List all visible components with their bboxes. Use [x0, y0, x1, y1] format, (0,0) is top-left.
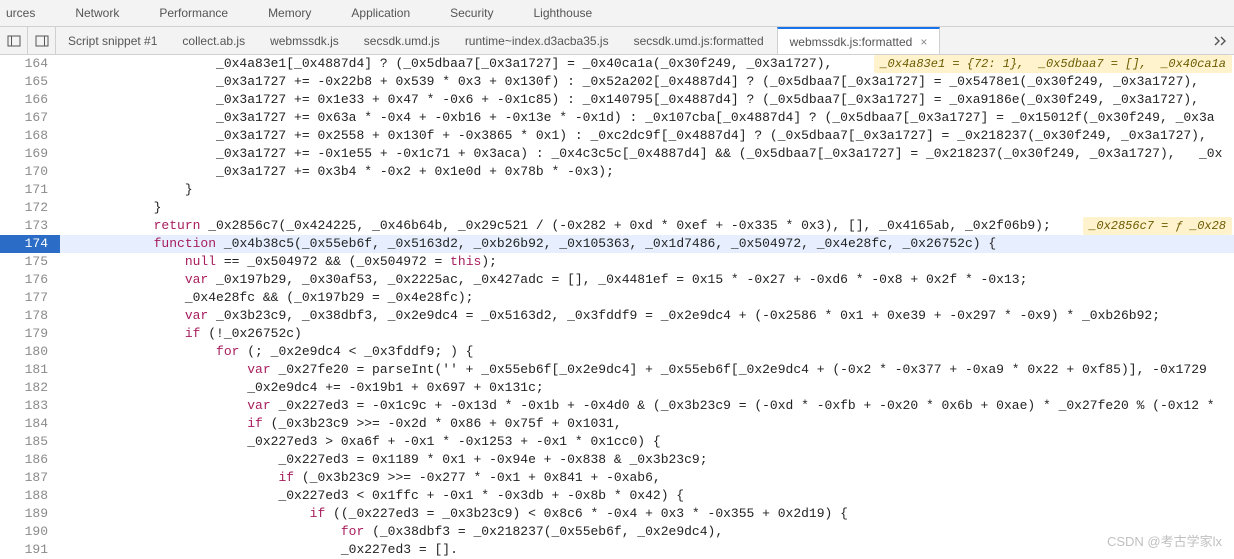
toggle-debugger-button[interactable]: [28, 27, 56, 54]
code-line[interactable]: if (_0x3b23c9 >>= -0x2d * 0x86 + 0x75f +…: [60, 415, 1234, 433]
line-number[interactable]: 171: [0, 181, 48, 199]
line-number[interactable]: 174: [0, 235, 60, 253]
file-tab-snippet[interactable]: Script snippet #1: [56, 27, 170, 54]
line-number[interactable]: 168: [0, 127, 48, 145]
line-number[interactable]: 190: [0, 523, 48, 541]
line-number[interactable]: 183: [0, 397, 48, 415]
line-number[interactable]: 176: [0, 271, 48, 289]
more-tabs-button[interactable]: [1206, 27, 1234, 54]
code-line[interactable]: _0x3a1727 += 0x1e33 + 0x47 * -0x6 + -0x1…: [60, 91, 1234, 109]
line-number[interactable]: 182: [0, 379, 48, 397]
panel-tabs: urces Network Performance Memory Applica…: [0, 0, 1234, 27]
line-number[interactable]: 170: [0, 163, 48, 181]
line-number[interactable]: 173: [0, 217, 48, 235]
line-number[interactable]: 165: [0, 73, 48, 91]
code-line[interactable]: }: [60, 199, 1234, 217]
line-number[interactable]: 188: [0, 487, 48, 505]
inline-value-hint: _0x4a83e1 = {72: 1}, _0x5dbaa7 = [], _0x…: [874, 55, 1232, 73]
line-number[interactable]: 178: [0, 307, 48, 325]
line-number[interactable]: 191: [0, 541, 48, 559]
chevron-right-icon: [1213, 36, 1227, 46]
file-tab-label: runtime~index.d3acba35.js: [465, 34, 609, 48]
line-number[interactable]: 186: [0, 451, 48, 469]
line-number-gutter[interactable]: 1641651661671681691701711721731741751761…: [0, 55, 60, 556]
csdn-watermark: CSDN @考古学家lx: [1107, 531, 1222, 550]
code-line[interactable]: function _0x4b38c5(_0x55eb6f, _0x5163d2,…: [60, 235, 1234, 253]
code-line[interactable]: _0x3a1727 += -0x1e55 + -0x1c71 + 0x3aca)…: [60, 145, 1234, 163]
file-tab-label: Script snippet #1: [68, 34, 157, 48]
code-line[interactable]: if ((_0x227ed3 = _0x3b23c9) < 0x8c6 * -0…: [60, 505, 1234, 523]
code-content[interactable]: _0x4a83e1[_0x4887d4] ? (_0x5dbaa7[_0x3a1…: [60, 55, 1234, 556]
code-line[interactable]: return _0x2856c7(_0x424225, _0x46b64b, _…: [60, 217, 1234, 235]
panel-tab-security[interactable]: Security: [444, 1, 499, 25]
dock-icon: [35, 34, 49, 48]
code-line[interactable]: null == _0x504972 && (_0x504972 = this);: [60, 253, 1234, 271]
line-number[interactable]: 185: [0, 433, 48, 451]
code-line[interactable]: _0x4e28fc && (_0x197b29 = _0x4e28fc);: [60, 289, 1234, 307]
line-number[interactable]: 189: [0, 505, 48, 523]
file-tab-webmssdk[interactable]: webmssdk.js: [258, 27, 352, 54]
line-number[interactable]: 180: [0, 343, 48, 361]
code-line[interactable]: for (_0x38dbf3 = _0x218237(_0x55eb6f, _0…: [60, 523, 1234, 541]
file-tab-label: collect.ab.js: [182, 34, 245, 48]
panel-tab-lighthouse[interactable]: Lighthouse: [527, 1, 598, 25]
code-line[interactable]: var _0x197b29, _0x30af53, _0x2225ac, _0x…: [60, 271, 1234, 289]
panel-tab-network[interactable]: Network: [69, 1, 125, 25]
line-number[interactable]: 166: [0, 91, 48, 109]
close-tab-icon[interactable]: ×: [920, 35, 927, 49]
code-line[interactable]: if (_0x3b23c9 >>= -0x277 * -0x1 + 0x841 …: [60, 469, 1234, 487]
panel-tab-memory[interactable]: Memory: [262, 1, 317, 25]
panel-tab-application[interactable]: Application: [345, 1, 416, 25]
code-line[interactable]: }: [60, 181, 1234, 199]
line-number[interactable]: 172: [0, 199, 48, 217]
code-line[interactable]: _0x3a1727 += 0x3b4 * -0x2 + 0x1e0d + 0x7…: [60, 163, 1234, 181]
code-line[interactable]: var _0x227ed3 = -0x1c9c + -0x13d * -0x1b…: [60, 397, 1234, 415]
line-number[interactable]: 164: [0, 55, 48, 73]
file-tab-label: secsdk.umd.js: [364, 34, 440, 48]
line-number[interactable]: 181: [0, 361, 48, 379]
line-number[interactable]: 184: [0, 415, 48, 433]
line-number[interactable]: 175: [0, 253, 48, 271]
file-tab-secsdk[interactable]: secsdk.umd.js: [352, 27, 453, 54]
code-line[interactable]: _0x227ed3 = [].: [60, 541, 1234, 556]
code-line[interactable]: _0x227ed3 > 0xa6f + -0x1 * -0x1253 + -0x…: [60, 433, 1234, 451]
code-line[interactable]: _0x4a83e1[_0x4887d4] ? (_0x5dbaa7[_0x3a1…: [60, 55, 1234, 73]
file-tab-secsdk-fmt[interactable]: secsdk.umd.js:formatted: [622, 27, 777, 54]
line-number[interactable]: 179: [0, 325, 48, 343]
source-editor[interactable]: 1641651661671681691701711721731741751761…: [0, 55, 1234, 556]
code-line[interactable]: var _0x27fe20 = parseInt('' + _0x55eb6f[…: [60, 361, 1234, 379]
toggle-navigator-button[interactable]: [0, 27, 28, 54]
line-number[interactable]: 177: [0, 289, 48, 307]
file-tab-collect[interactable]: collect.ab.js: [170, 27, 258, 54]
sidebar-icon: [7, 34, 21, 48]
panel-tab-sources[interactable]: urces: [0, 1, 41, 25]
file-tabs-row: Script snippet #1 collect.ab.js webmssdk…: [0, 27, 1234, 55]
code-line[interactable]: _0x2e9dc4 += -0x19b1 + 0x697 + 0x131c;: [60, 379, 1234, 397]
line-number[interactable]: 169: [0, 145, 48, 163]
code-line[interactable]: _0x227ed3 = 0x1189 * 0x1 + -0x94e + -0x8…: [60, 451, 1234, 469]
code-line[interactable]: for (; _0x2e9dc4 < _0x3fddf9; ) {: [60, 343, 1234, 361]
code-line[interactable]: _0x3a1727 += 0x2558 + 0x130f + -0x3865 *…: [60, 127, 1234, 145]
file-tab-webmssdk-fmt[interactable]: webmssdk.js:formatted ×: [777, 27, 941, 54]
inline-value-hint: _0x2856c7 = ƒ _0x28: [1083, 217, 1232, 235]
line-number[interactable]: 167: [0, 109, 48, 127]
file-tab-label: webmssdk.js:formatted: [790, 35, 913, 49]
code-line[interactable]: if (!_0x26752c): [60, 325, 1234, 343]
file-tab-label: secsdk.umd.js:formatted: [634, 34, 764, 48]
panel-tab-performance[interactable]: Performance: [153, 1, 234, 25]
file-tab-label: webmssdk.js: [270, 34, 339, 48]
code-line[interactable]: _0x227ed3 < 0x1ffc + -0x1 * -0x3db + -0x…: [60, 487, 1234, 505]
code-line[interactable]: var _0x3b23c9, _0x38dbf3, _0x2e9dc4 = _0…: [60, 307, 1234, 325]
code-line[interactable]: _0x3a1727 += -0x22b8 + 0x539 * 0x3 + 0x1…: [60, 73, 1234, 91]
code-line[interactable]: _0x3a1727 += 0x63a * -0x4 + -0xb16 + -0x…: [60, 109, 1234, 127]
file-tab-runtime[interactable]: runtime~index.d3acba35.js: [453, 27, 622, 54]
line-number[interactable]: 187: [0, 469, 48, 487]
file-tabs: Script snippet #1 collect.ab.js webmssdk…: [56, 27, 1206, 54]
